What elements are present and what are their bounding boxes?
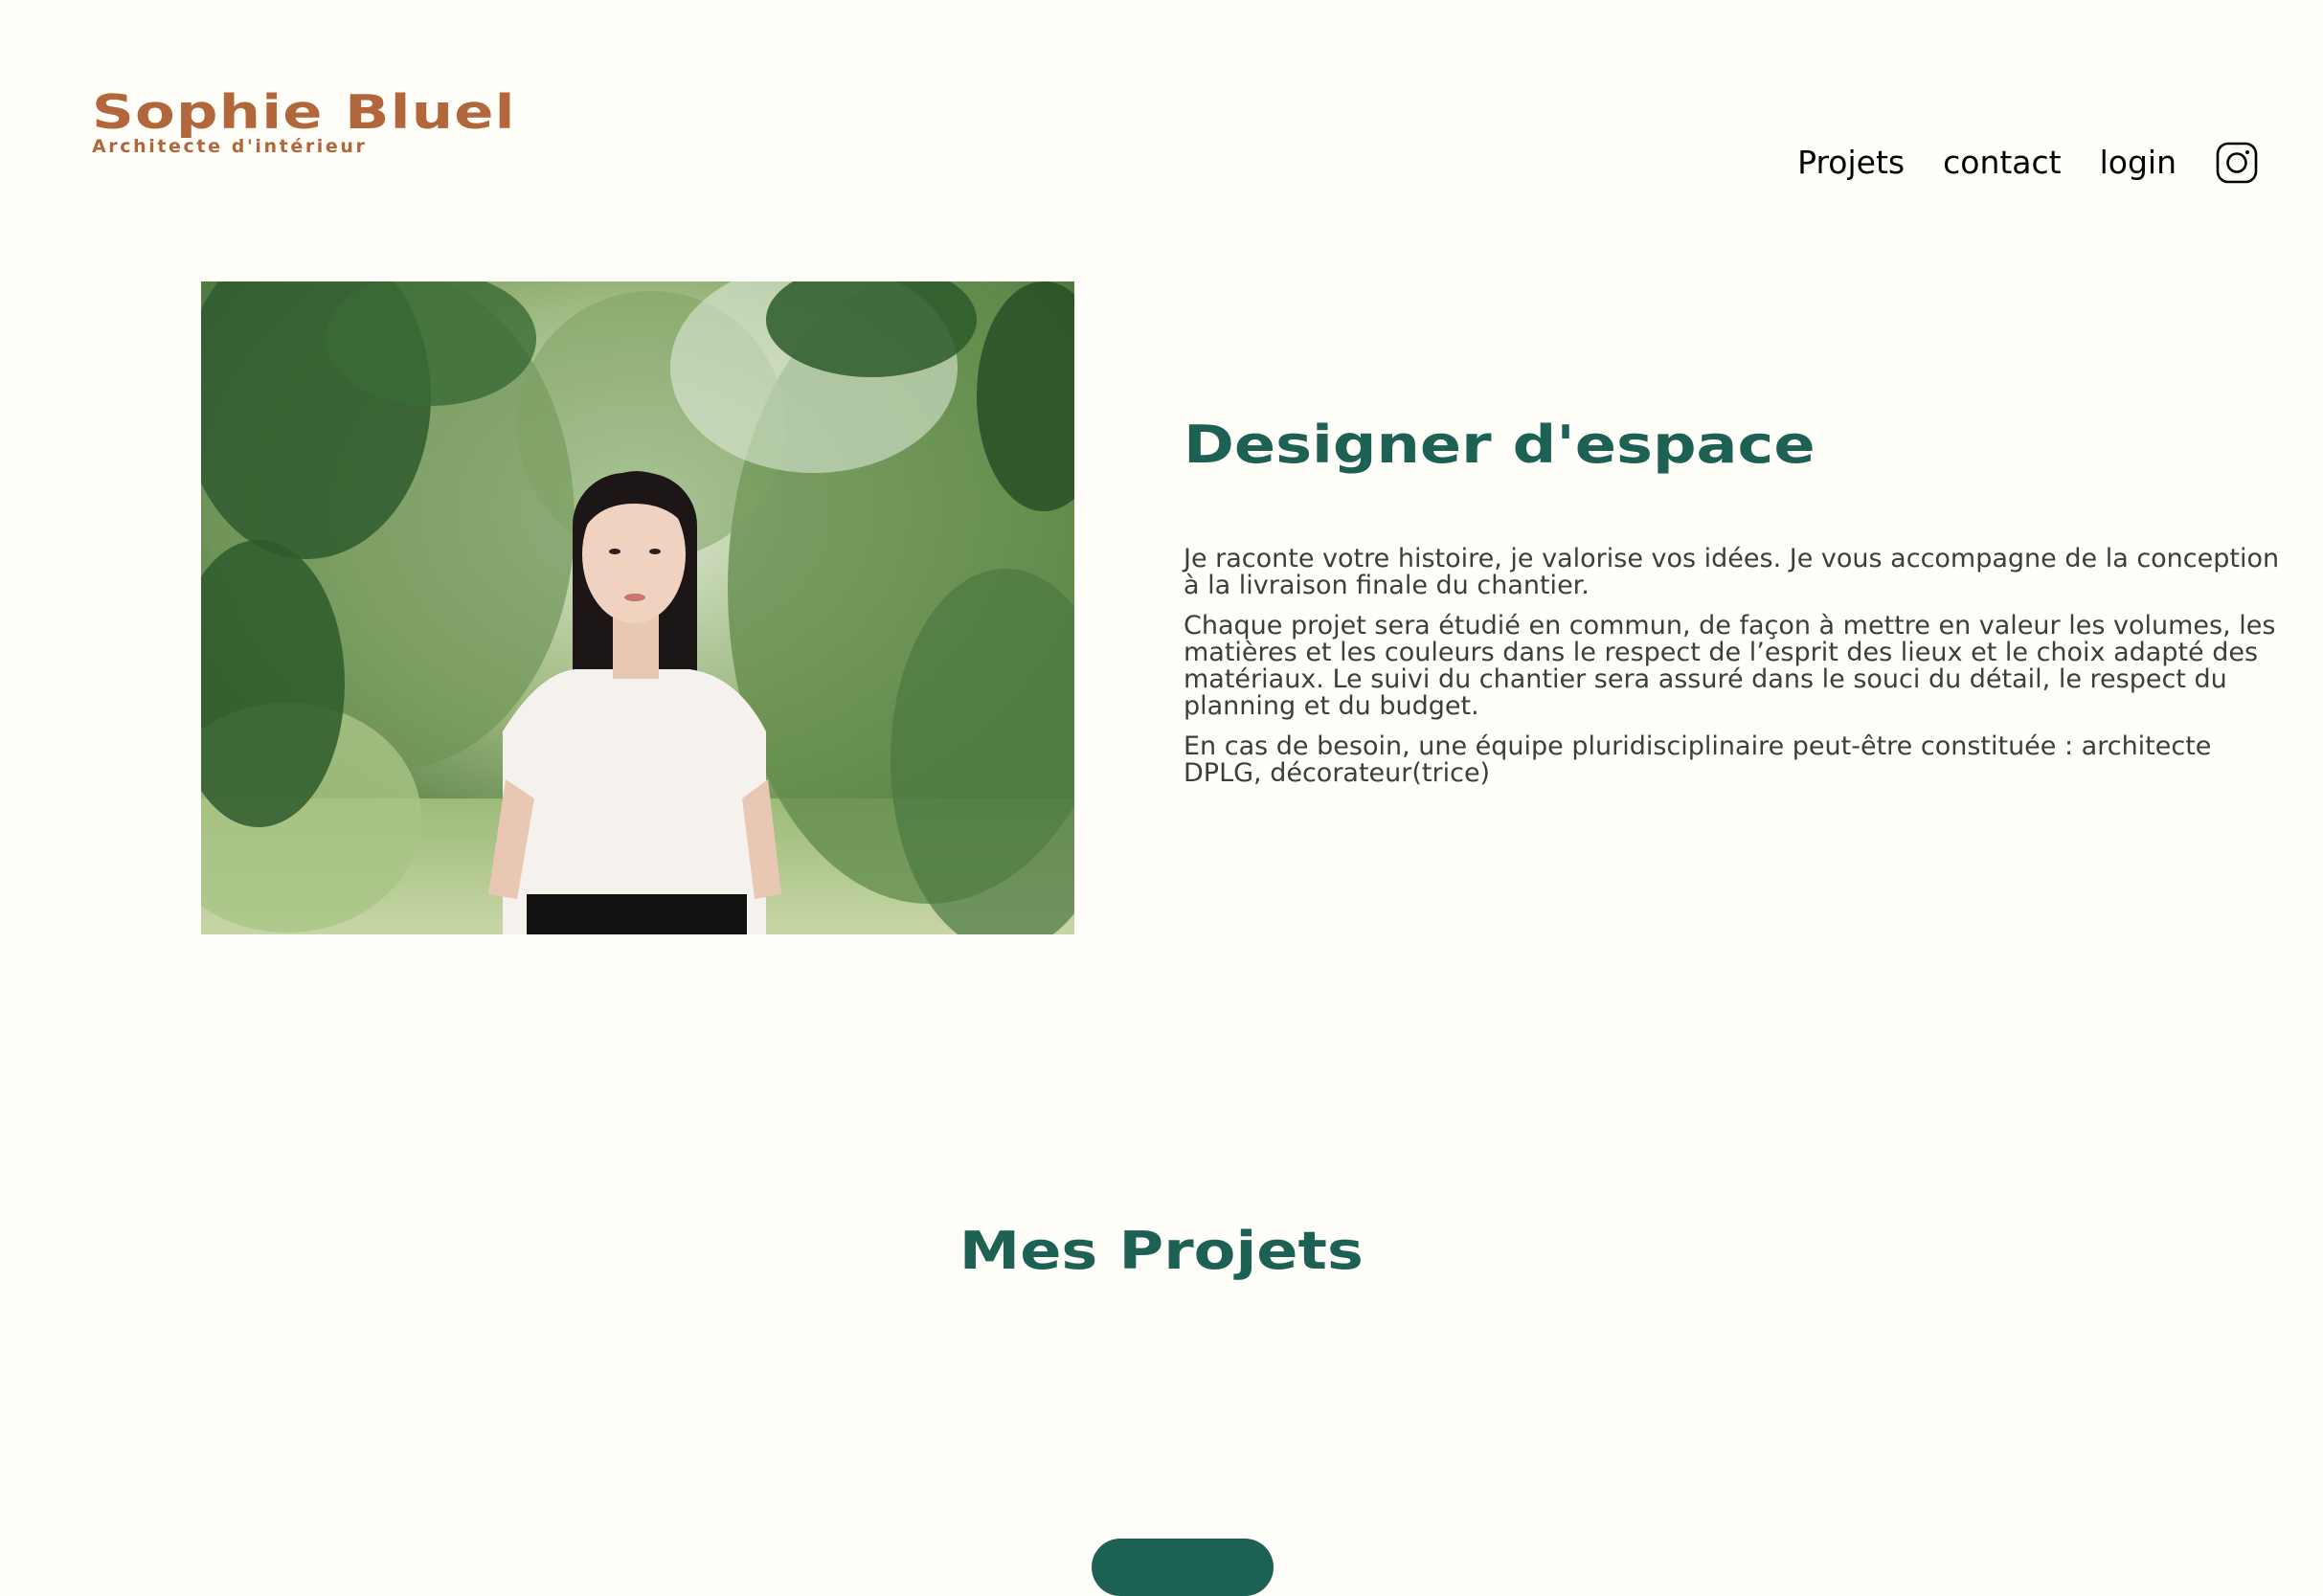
portrait-photo [201,281,1074,934]
introduction-paragraph: Chaque projet sera étudié en commun, de … [1184,611,2276,721]
projects-title-text: Mes Projets [959,1221,1364,1281]
logo-name: Sophie Bluel [92,85,516,140]
nav-link-projects[interactable]: Projets [1797,134,1905,191]
introduction-title: Designer d'espace [1184,415,1816,475]
main-nav: Projets contact login [1797,134,2259,191]
projects-title: Mes Projets [0,1218,2323,1285]
instagram-icon[interactable] [2215,141,2259,185]
introduction-paragraph: Je raconte votre histoire, je valorise v… [1184,544,2280,600]
introduction-text: Designer d'espace Je raconte votre histo… [1184,412,2285,800]
nav-link-contact[interactable]: contact [1943,134,2062,191]
logo[interactable]: Sophie Bluel Architecte d'intérieur [92,86,515,158]
introduction-paragraph: En cas de besoin, une équipe pluridiscip… [1184,731,2212,788]
filter-button[interactable] [1092,1539,1274,1596]
nav-link-login[interactable]: login [2100,134,2176,191]
